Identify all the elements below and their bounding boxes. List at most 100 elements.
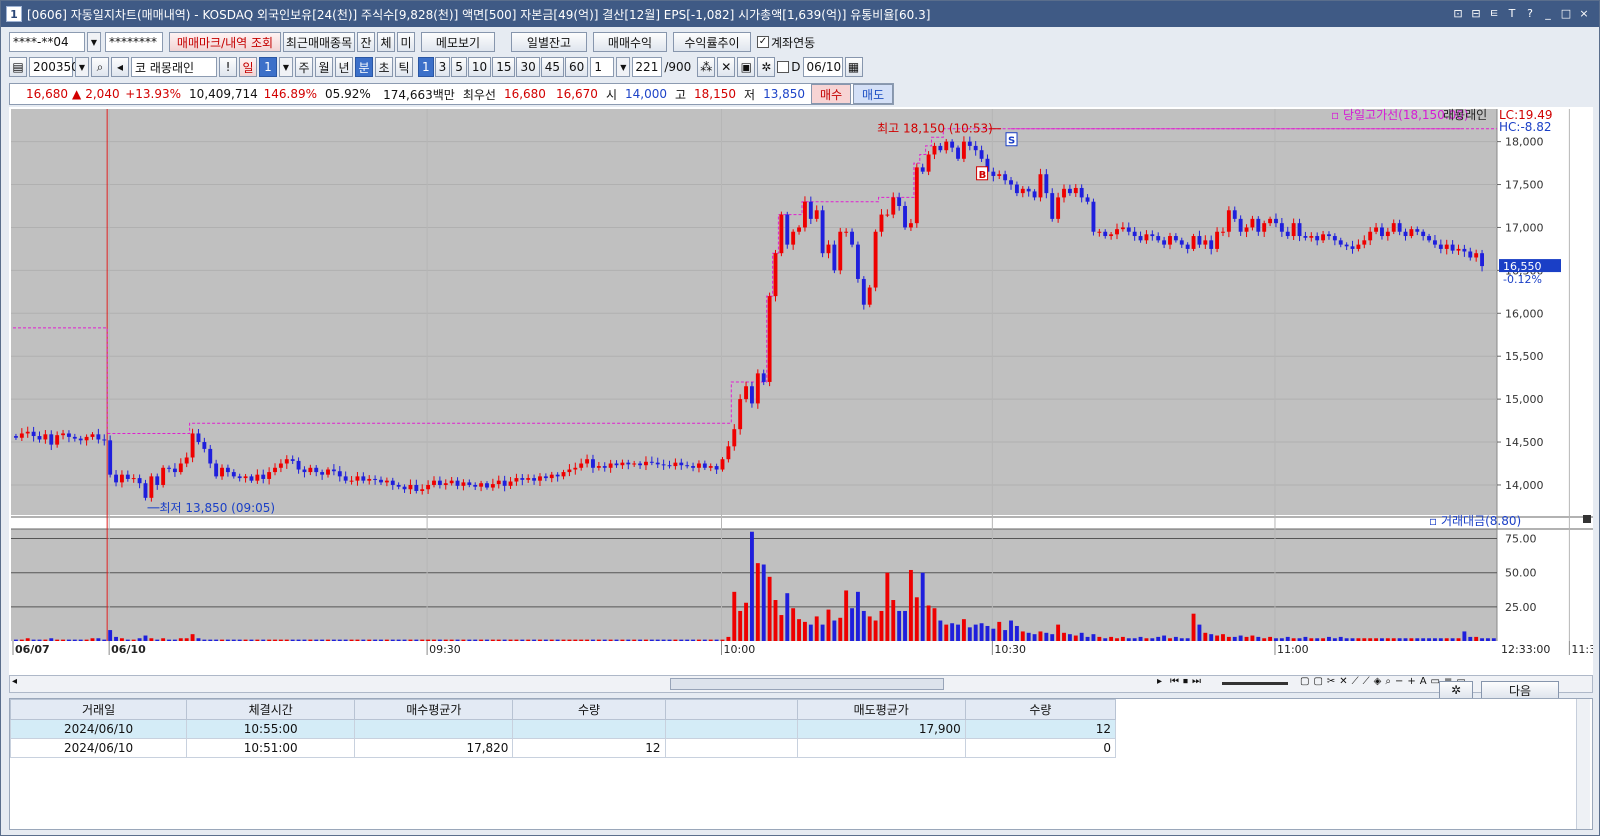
- candle: [714, 466, 719, 470]
- volume-bar: [273, 639, 277, 641]
- period-minute-button[interactable]: 분: [355, 57, 373, 77]
- memo-button[interactable]: 메모보기: [421, 32, 495, 52]
- text-icon[interactable]: T: [1505, 7, 1519, 21]
- period-day-value[interactable]: 1: [259, 57, 277, 77]
- recent-stocks-button[interactable]: 최근매매종목: [283, 32, 355, 52]
- trade-profit-button[interactable]: 매매수익: [593, 32, 667, 52]
- column-header[interactable]: 수량: [512, 699, 666, 720]
- candle: [1315, 236, 1320, 241]
- minimize-icon[interactable]: _: [1541, 7, 1555, 21]
- yield-trend-button[interactable]: 수익률추이: [673, 32, 751, 52]
- code-list-icon[interactable]: ▤: [9, 57, 27, 77]
- date-input[interactable]: 06/10: [802, 57, 843, 77]
- volume-bar: [614, 639, 619, 641]
- column-header[interactable]: [664, 699, 798, 720]
- indicator-icon[interactable]: ⁂: [697, 57, 716, 77]
- calendar-icon[interactable]: ▦: [844, 57, 863, 77]
- volume-bar: [220, 639, 224, 641]
- candle: [644, 461, 648, 466]
- interval-5-button[interactable]: 5: [451, 57, 467, 77]
- candle: [820, 210, 825, 254]
- candle: [19, 433, 24, 438]
- volume-bar: [225, 639, 230, 641]
- period-year-button[interactable]: 년: [335, 57, 353, 77]
- tab-che[interactable]: 체: [377, 32, 395, 52]
- checkbox-checked-icon[interactable]: ✓: [757, 36, 769, 48]
- search-icon[interactable]: ⌕: [91, 57, 109, 77]
- candlestick-chart-svg[interactable]: 18,00017,50017,00016,50016,00015,50015,0…: [9, 107, 1600, 675]
- restore-icon[interactable]: ⊟: [1469, 7, 1483, 21]
- quote-bar: 16,680 ▲ 2,040 +13.93% 10,409,714 146.89…: [9, 83, 895, 105]
- speaker-icon[interactable]: ◂: [111, 57, 129, 77]
- interval-60-button[interactable]: 60: [565, 57, 589, 77]
- table-settings-gear-icon[interactable]: ✲: [1439, 681, 1473, 699]
- period-dropdown-icon[interactable]: ▼: [279, 57, 293, 77]
- column-header[interactable]: 매도평균가: [796, 699, 966, 720]
- candle: [967, 141, 972, 146]
- table-scrollbar[interactable]: [1576, 699, 1590, 829]
- interval-1-button[interactable]: 1: [418, 57, 434, 77]
- period-tick-button[interactable]: 틱: [395, 57, 413, 77]
- period-month-button[interactable]: 월: [315, 57, 333, 77]
- table-row[interactable]: 2024/06/10 10:51:00 17,820 12 0: [9, 738, 1117, 758]
- pin-icon[interactable]: ㅌ: [1487, 7, 1501, 21]
- tab-jan[interactable]: 잔: [357, 32, 375, 52]
- help-icon[interactable]: ?: [1523, 7, 1537, 21]
- interval-45-button[interactable]: 45: [540, 57, 565, 77]
- custom-interval-input[interactable]: 1: [590, 57, 615, 77]
- daily-balance-button[interactable]: 일별잔고: [511, 32, 587, 52]
- column-header[interactable]: 체결시간: [186, 699, 356, 720]
- account-dropdown-icon[interactable]: ▼: [87, 32, 101, 52]
- sell-button[interactable]: 매도: [853, 84, 894, 104]
- period-second-button[interactable]: 초: [375, 57, 393, 77]
- period-week-button[interactable]: 주: [295, 57, 313, 77]
- volume-bar: [1050, 634, 1055, 641]
- interval-dropdown-icon[interactable]: ▼: [616, 57, 631, 77]
- account-input[interactable]: ****-**04: [9, 32, 85, 52]
- candle: [502, 480, 507, 486]
- interval-30-button[interactable]: 30: [516, 57, 540, 77]
- volume-bar: [114, 636, 118, 641]
- window-number-badge[interactable]: 1: [6, 6, 22, 22]
- price-tick-label: 15,500: [1505, 350, 1544, 363]
- volume-bar: [897, 610, 902, 641]
- volume-bar: [1391, 638, 1396, 641]
- stock-code-input[interactable]: 200350: [29, 57, 79, 77]
- bar-count-input[interactable]: 221: [632, 57, 663, 77]
- password-input[interactable]: ********: [105, 32, 163, 52]
- alert-button[interactable]: !: [219, 57, 237, 77]
- current-change-pct: -0.12%: [1503, 273, 1542, 286]
- draw-tool-icon[interactable]: ✕: [717, 57, 736, 77]
- layout-icon[interactable]: ⊡: [1451, 7, 1465, 21]
- code-dropdown-icon[interactable]: ▼: [75, 57, 89, 77]
- next-button[interactable]: 다음: [1481, 681, 1559, 699]
- volume-bar: [1138, 636, 1143, 641]
- pane-close-icon[interactable]: [1583, 515, 1591, 523]
- interval-10-button[interactable]: 10: [467, 57, 492, 77]
- close-icon[interactable]: ×: [1577, 7, 1591, 21]
- tab-mi[interactable]: 미: [397, 32, 415, 52]
- account-link-checkbox[interactable]: ✓ 계좌연동: [757, 34, 815, 51]
- settings-gear-icon[interactable]: ✲: [757, 57, 776, 77]
- save-icon[interactable]: ▣: [737, 57, 756, 77]
- period-day-button[interactable]: 일: [239, 57, 257, 77]
- chart-area[interactable]: 18,00017,50017,00016,50016,00015,50015,0…: [9, 107, 1600, 675]
- volume-bar: [296, 639, 301, 641]
- date-checkbox[interactable]: [777, 61, 790, 73]
- volume-tick-label: 50.00: [1505, 567, 1537, 580]
- column-header[interactable]: 거래일: [9, 699, 188, 720]
- interval-15-button[interactable]: 15: [492, 57, 516, 77]
- volume-bar: [1168, 638, 1172, 641]
- column-header[interactable]: 매수평균가: [354, 699, 514, 720]
- buy-button[interactable]: 매수: [811, 84, 852, 104]
- table-row[interactable]: 2024/06/10 10:55:00 17,900 12: [9, 719, 1117, 739]
- maximize-icon[interactable]: □: [1559, 7, 1573, 21]
- volume-bar: [1274, 638, 1278, 641]
- stock-name-field[interactable]: 코 래몽래인: [131, 57, 217, 77]
- interval-3-button[interactable]: 3: [434, 57, 451, 77]
- trade-mark-button[interactable]: 매매마크/내역 조회: [169, 32, 281, 52]
- candle: [750, 386, 754, 404]
- column-header[interactable]: 수량: [964, 699, 1117, 720]
- volume-bar: [802, 621, 807, 641]
- toolbar-symbol: ▤ 200350 ▼ ⌕ ◂ 코 래몽래인 ! 일 1 ▼ 주 월 년 분 초 …: [9, 55, 863, 79]
